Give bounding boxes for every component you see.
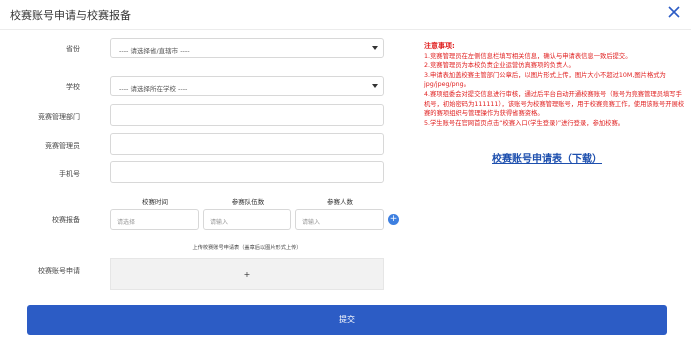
notes-item: 2.竞赛管理员为本校负责企业运营仿真赛项的负责人。	[424, 62, 575, 70]
dialog-header: 校赛账号申请与校赛报备	[0, 0, 691, 30]
province-label: 省份	[66, 45, 80, 53]
report-col-people: 参赛人数	[327, 198, 353, 206]
manager-input[interactable]	[110, 133, 384, 155]
dept-label: 竞赛管理部门	[38, 113, 80, 121]
notes-panel: 注意事项: 1.竞赛管理员在左侧信息栏填写相关信息，确认与申请表信息一致后提交。…	[424, 42, 686, 128]
header-divider	[0, 29, 691, 30]
manager-label: 竞赛管理员	[45, 142, 80, 150]
chevron-down-icon	[372, 46, 378, 50]
school-label: 学校	[66, 83, 80, 91]
report-teams-input[interactable]: 请输入	[203, 209, 291, 230]
dialog-title: 校赛账号申请与校赛报备	[10, 9, 131, 22]
report-people-input[interactable]: 请输入	[295, 209, 384, 230]
school-select[interactable]: ---- 请选择所在学校 ----	[110, 76, 384, 96]
close-icon[interactable]	[665, 3, 683, 21]
school-select-value: ---- 请选择所在学校 ----	[119, 85, 188, 93]
submit-button[interactable]: 提交	[27, 305, 667, 335]
phone-label: 手机号	[59, 170, 80, 178]
notes-item: 5.学生账号在官网首页点击“校赛入口(学生登录)”进行登录，参加校赛。	[424, 119, 625, 127]
plus-circle-icon[interactable]: +	[388, 214, 399, 225]
province-select[interactable]: ---- 请选择省/直辖市 ----	[110, 38, 384, 58]
report-col-teams: 参赛队伍数	[231, 198, 265, 206]
notes-heading: 注意事项:	[424, 42, 455, 50]
notes-item: 1.竞赛管理员在左侧信息栏填写相关信息，确认与申请表信息一致后提交。	[424, 52, 632, 60]
notes-item: 3.申请表加盖校赛主管部门公章后，以图片形式上传，图片大小不超过10M,图片格式…	[424, 71, 666, 89]
upload-area[interactable]: +	[110, 258, 384, 290]
upload-tip: 上传校赛账号申请表（盖章后以图片形式上传）	[192, 245, 302, 251]
report-label: 校赛报备	[52, 216, 80, 224]
report-col-time: 校赛时间	[142, 198, 168, 206]
phone-input[interactable]	[110, 161, 384, 183]
chevron-down-icon	[372, 84, 378, 88]
report-time-input[interactable]: 请选择	[110, 209, 199, 230]
upload-plus-icon: +	[243, 270, 251, 279]
apply-label: 校赛账号申请	[38, 267, 80, 275]
dept-input[interactable]	[110, 104, 384, 126]
download-application-link[interactable]: 校赛账号申请表（下载）	[492, 150, 602, 165]
province-select-value: ---- 请选择省/直辖市 ----	[119, 47, 190, 55]
notes-item: 4.赛项组委会对提交信息进行审核，通过后平台自动开通校赛账号（账号为竞赛管理员填…	[424, 90, 685, 118]
